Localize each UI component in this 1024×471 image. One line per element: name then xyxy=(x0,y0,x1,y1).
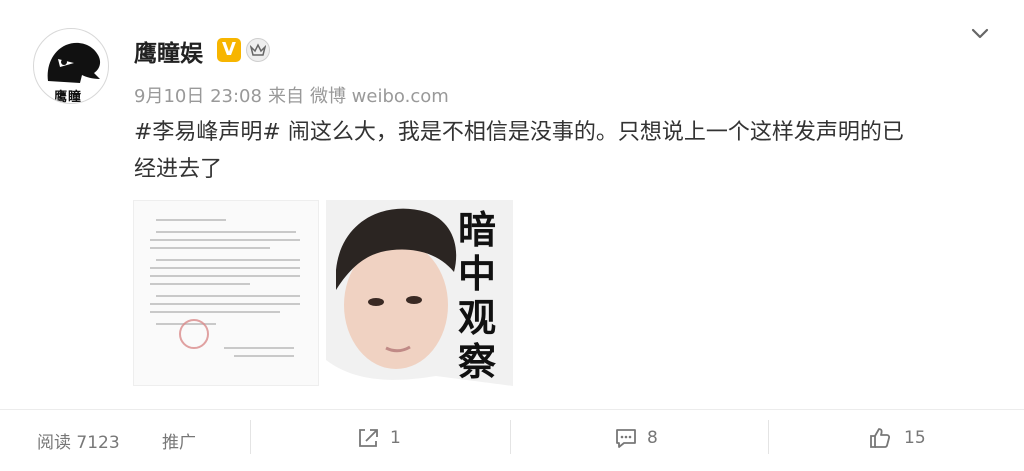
overlay-char-1: 暗 xyxy=(457,208,496,252)
read-count: 阅读 7123 xyxy=(37,433,120,453)
post-date[interactable]: 9月10日 23:08 xyxy=(134,86,262,107)
like-count[interactable]: 15 xyxy=(904,428,926,448)
overlay-char-2: 中 xyxy=(457,252,496,296)
statement-document-image[interactable] xyxy=(133,200,319,386)
weibo-post-card: 鹰瞳 鹰瞳娱 V 9月10日 23:08 来自 微博 weibo.com #李易峰声… xyxy=(0,0,1024,471)
post-text-line1: 闹这么大，我是不相信是没事的。只想说上一个这样发声明的已 xyxy=(280,120,904,145)
chevron-down-icon[interactable] xyxy=(968,24,992,44)
overlay-char-3: 观 xyxy=(457,296,496,340)
comment-icon[interactable] xyxy=(614,427,638,449)
comment-count[interactable]: 8 xyxy=(647,428,658,448)
post-text: #李易峰声明# 闹这么大，我是不相信是没事的。只想说上一个这样发声明的已 经进去… xyxy=(134,114,974,188)
promote-button[interactable]: 推广 xyxy=(162,428,196,453)
separator xyxy=(510,420,511,454)
separator xyxy=(250,420,251,454)
repost-count[interactable]: 1 xyxy=(390,428,401,448)
avatar[interactable]: 鹰瞳 xyxy=(33,28,109,104)
via-label: 来自 xyxy=(267,86,304,107)
avatar-text: 鹰瞳 xyxy=(54,90,83,104)
post-source[interactable]: 微博 weibo.com xyxy=(310,86,449,107)
thumbs-up-icon[interactable] xyxy=(868,427,892,449)
red-seal-stamp xyxy=(179,319,209,349)
hashtag-link[interactable]: #李易峰声明# xyxy=(134,120,281,145)
crown-icon xyxy=(246,38,270,62)
separator xyxy=(768,420,769,454)
share-icon[interactable] xyxy=(356,427,380,449)
post-meta: 9月10日 23:08 来自 微博 weibo.com xyxy=(134,82,455,108)
user-name[interactable]: 鹰瞳娱 xyxy=(134,34,203,68)
verified-badge: V xyxy=(217,38,241,62)
post-text-line2: 经进去了 xyxy=(134,157,223,182)
overlay-char-4: 察 xyxy=(457,340,496,384)
